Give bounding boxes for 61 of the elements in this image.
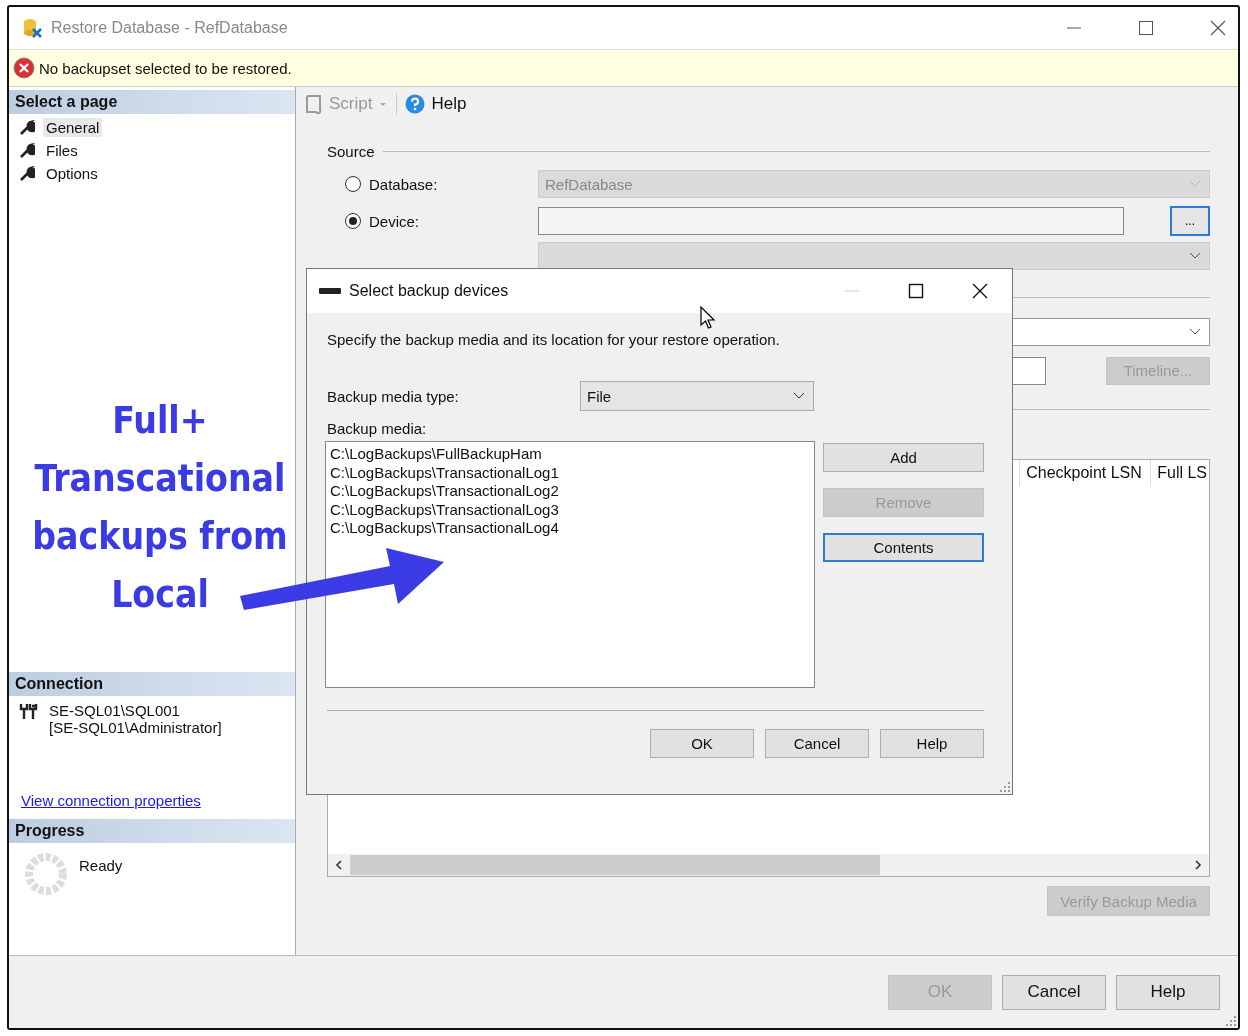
page-item[interactable]: General xyxy=(43,118,103,137)
media-type-combo[interactable]: File xyxy=(580,381,814,411)
resize-grip-icon[interactable] xyxy=(1226,1016,1236,1026)
cancel-button[interactable]: Cancel xyxy=(765,729,869,758)
wrench-icon xyxy=(19,119,35,136)
media-item[interactable]: C:\LogBackups\TransactionalLog2 xyxy=(330,482,810,501)
server-name: SE-SQL01\SQL001 xyxy=(49,702,181,719)
page-item[interactable]: Files xyxy=(43,141,81,160)
section-heading: Select a page xyxy=(9,90,295,114)
contents-button[interactable]: Contents xyxy=(823,533,984,562)
tape-drive-icon xyxy=(319,286,341,296)
connection-link[interactable]: View connection properties xyxy=(9,792,295,819)
error-icon xyxy=(13,57,35,79)
browse-button[interactable]: ... xyxy=(1170,206,1210,236)
script-icon xyxy=(305,94,323,114)
device-radio[interactable]: Device: xyxy=(327,212,538,230)
progress-status: Ready xyxy=(79,857,123,874)
media-item[interactable]: C:\LogBackups\TransactionalLog4 xyxy=(330,519,810,538)
help-button[interactable]: Help xyxy=(1116,974,1220,1010)
section-heading: Connection xyxy=(9,672,295,696)
help-button[interactable]: Help xyxy=(880,729,984,758)
instruction-text: Specify the backup media and its location for your restore operation. xyxy=(327,331,781,348)
media-item[interactable]: C:\LogBackups\FullBackupHam xyxy=(330,445,810,464)
caret-icon xyxy=(378,100,389,108)
maximize-icon[interactable] xyxy=(908,283,924,299)
error-message: No backupset selected to be restored. xyxy=(39,59,292,77)
media-label: Backup media: xyxy=(327,420,428,437)
media-item[interactable]: C:\LogBackups\TransactionalLog3 xyxy=(330,500,810,519)
user-name: [SE-SQL01\Administrator] xyxy=(49,719,222,736)
chevron-icon xyxy=(1189,180,1201,188)
page-item[interactable]: Options xyxy=(43,164,101,183)
close-icon[interactable] xyxy=(972,283,988,299)
close-icon[interactable] xyxy=(1210,20,1226,36)
media-item[interactable]: C:\LogBackups\TransactionalLog1 xyxy=(330,463,810,482)
device-field[interactable] xyxy=(538,207,1124,235)
wrench-icon xyxy=(19,165,35,182)
scrollbar[interactable] xyxy=(328,854,1209,876)
chevron-icon xyxy=(1189,252,1201,260)
dialog-title: Select backup devices xyxy=(349,282,509,300)
ok-button[interactable]: OK xyxy=(650,729,754,758)
help-button[interactable]: Help xyxy=(401,94,471,114)
group-heading: Source xyxy=(327,143,375,160)
maximize-icon[interactable] xyxy=(1138,20,1154,36)
column-header[interactable]: Checkpoint LSN xyxy=(1019,460,1151,486)
window-title: Restore Database - RefDatabase xyxy=(51,19,288,37)
column-header[interactable]: Full LS xyxy=(1150,460,1209,486)
media-type-label: Backup media type: xyxy=(327,387,460,405)
annotation-text: Full+ Transcational backups from Local xyxy=(31,398,289,618)
resize-grip-icon[interactable] xyxy=(1000,782,1010,792)
cancel-button[interactable]: Cancel xyxy=(1002,974,1106,1010)
plug-icon xyxy=(19,702,39,720)
add-button[interactable]: Add xyxy=(823,443,984,472)
chevron-icon xyxy=(793,392,805,400)
spinner-icon xyxy=(23,851,69,897)
section-heading: Progress xyxy=(9,819,295,843)
database-combo[interactable] xyxy=(538,242,1210,270)
help-icon xyxy=(405,94,426,114)
wrench-icon xyxy=(19,142,35,159)
chevron-icon xyxy=(1189,328,1201,336)
database-radio[interactable]: Database: xyxy=(327,175,538,193)
database-wrench-icon xyxy=(21,17,43,39)
